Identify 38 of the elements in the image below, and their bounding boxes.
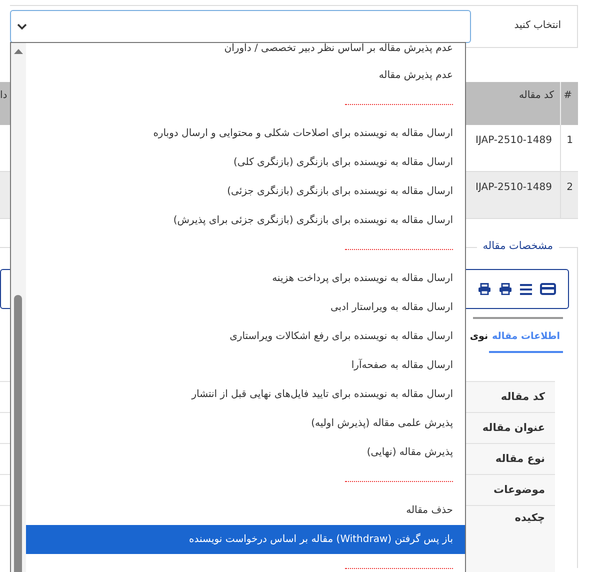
print-icon[interactable] bbox=[478, 283, 491, 295]
scroll-up-icon[interactable] bbox=[14, 49, 23, 54]
field-label: نوع مقاله bbox=[494, 453, 546, 465]
field-label: چکیده bbox=[514, 512, 546, 524]
table-cell: 1 bbox=[560, 125, 578, 171]
chevron-down-icon bbox=[17, 23, 27, 30]
panel-legend: مشخصات مقاله bbox=[476, 240, 559, 252]
dropdown-option[interactable]: ارسال مقاله به نویسنده برای رفع اشکالات ویراستاری bbox=[26, 322, 465, 351]
field-label: کد مقاله bbox=[500, 391, 546, 403]
print-icon[interactable] bbox=[499, 283, 512, 295]
dropdown-option[interactable]: ارسال مقاله به نویسنده برای بازنگری (بازنگری جزئی) bbox=[26, 177, 465, 206]
scrollbar[interactable] bbox=[11, 43, 26, 572]
dropdown-option[interactable]: ارسال مقاله به نویسنده برای بازنگری (بازنگری کلی) bbox=[26, 148, 465, 177]
dropdown-option[interactable]: ارسال مقاله به نویسنده برای اصلاحات شکلی و محتوایی و ارسال دوباره bbox=[26, 119, 465, 148]
dropdown-option[interactable]: ارسال مقاله به نویسنده برای تایید فایل‌های نهایی قبل از انتشار bbox=[26, 380, 465, 409]
scrollbar-thumb[interactable] bbox=[14, 295, 22, 572]
table-cell: 2 bbox=[560, 172, 578, 218]
dropdown-option[interactable]: ارسال مقاله به نویسنده برای بازنگری (بازنگری جزئی برای پذیرش) bbox=[26, 206, 465, 235]
list-icon[interactable] bbox=[520, 284, 532, 294]
field-label: موضوعات bbox=[492, 484, 546, 496]
table-cell-text: IJAP-2510-1489 bbox=[474, 181, 553, 195]
tab[interactable]: نوی bbox=[468, 319, 490, 353]
dropdown-option[interactable]: ارسال مقاله به صفحه‌آرا bbox=[26, 351, 465, 380]
dropdown-option[interactable]: حذف مقاله bbox=[26, 496, 465, 525]
dropdown-option[interactable]: پذیرش علمی مقاله (پذیرش اولیه) bbox=[26, 409, 465, 438]
dropdown-option[interactable]: عدم پذیرش مقاله بر اساس نظر دبیر تخصصی / داوران bbox=[26, 43, 465, 61]
column-header: دا bbox=[0, 89, 8, 103]
field-label: عنوان مقاله bbox=[481, 422, 546, 434]
dropdown-option[interactable]: عدم پذیرش مقاله bbox=[26, 61, 465, 90]
dropdown-option[interactable]: پذیرش مقاله (نهایی) bbox=[26, 438, 465, 467]
table-cell-text: IJAP-2510-1489 bbox=[474, 134, 553, 148]
column-header: کد مقاله bbox=[518, 89, 555, 103]
dropdown-option[interactable]: ارسال مقاله به نویسنده برای پرداخت هزینه bbox=[26, 264, 465, 293]
card-icon[interactable] bbox=[540, 283, 556, 295]
tab[interactable]: اطلاعات مقاله bbox=[489, 319, 563, 353]
dropdown-option[interactable]: ارسال مقاله به ویراستار ادبی bbox=[26, 293, 465, 322]
select-label: انتخاب کنید bbox=[513, 19, 562, 31]
dropdown-option[interactable]: باز پس گرفتن (Withdraw) مقاله بر اساس درخواست نویسنده bbox=[26, 525, 465, 554]
